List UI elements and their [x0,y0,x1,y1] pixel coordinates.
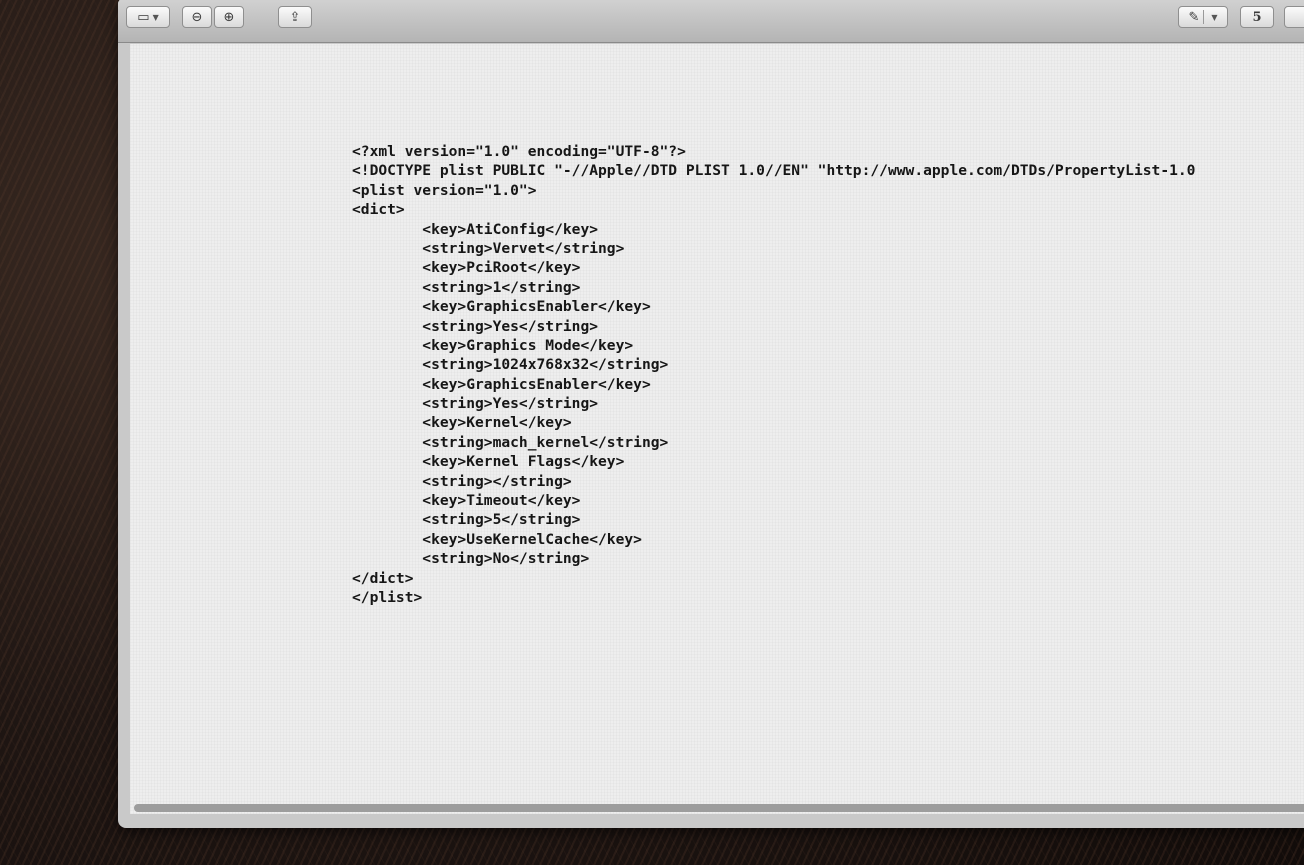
code-line: <string>Yes</string> [352,317,599,335]
zoom-in-button[interactable]: ⊕ [214,6,244,28]
code-line: <key>Graphics Mode</key> [352,336,634,354]
toolbar: ▭ ▼ ⊖ ⊕ ⇪ ✎ ▼ 5 [118,0,1304,43]
zoom-in-icon: ⊕ [223,9,235,25]
code-line: <key>AtiConfig</key> [352,220,599,238]
code-line: </dict> [352,569,414,587]
code-line: <string>1024x768x32</string> [352,356,669,374]
annotate-button[interactable]: ✎ ▼ [1178,6,1228,28]
page-number: 5 [1252,9,1262,25]
code-line: <key>GraphicsEnabler</key> [352,298,651,316]
code-line: <key>Timeout</key> [352,492,581,510]
code-line: <string></string> [352,472,572,490]
share-icon: ⇪ [289,9,301,25]
code-line: <string>No</string> [352,550,590,568]
code-line: <string>Yes</string> [352,395,599,413]
share-button[interactable]: ⇪ [278,6,312,28]
annotate-pen-icon: ✎ [1188,9,1200,25]
plist-text: <?xml version="1.0" encoding="UTF-8"?> <!… [352,142,1195,607]
code-line: <dict> [352,201,405,219]
page-number-button[interactable]: 5 [1240,6,1274,28]
toolbar-overflow-button[interactable] [1284,6,1304,28]
code-line: <string>Vervet</string> [352,239,625,257]
document-view[interactable]: <?xml version="1.0" encoding="UTF-8"?> <!… [130,44,1304,814]
code-line: <plist version="1.0"> [352,181,537,199]
zoom-out-button[interactable]: ⊖ [182,6,212,28]
code-line: <string>mach_kernel</string> [352,433,669,451]
code-line: <?xml version="1.0" encoding="UTF-8"?> [352,143,686,160]
horizontal-scrollbar[interactable] [134,804,1304,812]
code-line: <key>Kernel Flags</key> [352,453,625,471]
code-line: </plist> [352,588,423,606]
chevron-down-icon: ▼ [1211,12,1218,22]
preview-window: ▭ ▼ ⊖ ⊕ ⇪ ✎ ▼ 5 <?xml version="1.0" enco… [118,0,1304,828]
sidebar-icon: ▭ [137,9,150,25]
code-line: <key>GraphicsEnabler</key> [352,375,651,393]
code-line: <string>1</string> [352,278,581,296]
code-line: <string>5</string> [352,511,581,529]
code-line: <key>PciRoot</key> [352,259,581,277]
code-line: <key>Kernel</key> [352,414,572,432]
chevron-down-icon: ▼ [152,12,159,22]
divider [1203,10,1205,24]
sidebar-view-button[interactable]: ▭ ▼ [126,6,170,28]
code-line: <!DOCTYPE plist PUBLIC "-//Apple//DTD PL… [352,162,1196,180]
zoom-out-icon: ⊖ [191,9,203,25]
code-line: <key>UseKernelCache</key> [352,530,642,548]
